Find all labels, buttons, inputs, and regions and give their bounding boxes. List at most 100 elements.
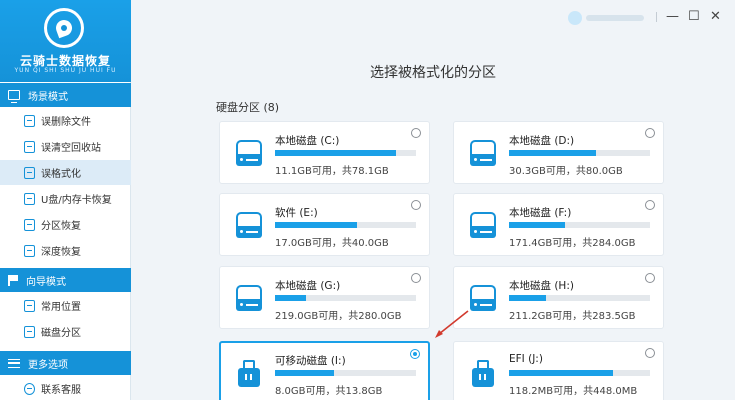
file-icon <box>24 114 35 127</box>
partition-name: 本地磁盘 (D:) <box>509 135 575 147</box>
disk-icon <box>24 325 35 338</box>
sidebar: 云骑士数据恢复 YUN QI SHI SHU JU HUI FU 场景模式 误删… <box>0 0 131 400</box>
select-radio[interactable] <box>411 128 421 138</box>
usage-bar <box>275 222 416 228</box>
main-panel: — ☐ ✕ 选择被格式化的分区 硬盘分区 (8) 本地磁盘 (C:) 11.1G… <box>131 0 735 400</box>
partition-name: 本地磁盘 (C:) <box>275 135 340 147</box>
hdd-icon <box>470 140 496 168</box>
partition-name: 本地磁盘 (G:) <box>275 280 341 292</box>
usage-bar <box>509 222 650 228</box>
usage-bar-fill <box>275 222 357 228</box>
sidebar-item-label: 分区恢复 <box>41 221 81 232</box>
partition-name: 本地磁盘 (H:) <box>509 280 574 292</box>
partition-card[interactable]: 本地磁盘 (H:) 211.2GB可用，共283.5GB <box>453 266 664 329</box>
close-button[interactable]: ✕ <box>710 10 721 24</box>
usb-icon <box>24 192 35 205</box>
sidebar-item-contact-support[interactable]: 联系客服 <box>0 376 131 400</box>
partition-capacity: 8.0GB可用，共13.8GB <box>275 386 383 397</box>
hdd-icon <box>236 212 262 240</box>
sidebar-item-label: 深度恢复 <box>41 247 81 258</box>
usage-bar-fill <box>509 295 546 301</box>
partition-capacity: 17.0GB可用，共40.0GB <box>275 238 389 249</box>
usage-bar <box>509 370 650 376</box>
usage-bar-fill <box>275 295 307 301</box>
hdd-icon <box>236 140 262 168</box>
sidebar-item-deep-recovery[interactable]: 深度恢复 <box>0 238 131 263</box>
partition-name: 软件 (E:) <box>275 207 318 219</box>
partition-capacity: 171.4GB可用，共284.0GB <box>509 238 636 249</box>
menu-icon <box>8 358 20 368</box>
select-radio[interactable] <box>645 273 655 283</box>
sidebar-item-label: 磁盘分区 <box>41 328 81 339</box>
section-wizard-mode[interactable]: 向导模式 <box>0 268 131 292</box>
logo-icon <box>44 8 84 48</box>
sidebar-item-label: 误格式化 <box>41 169 81 180</box>
partition-card[interactable]: 本地磁盘 (F:) 171.4GB可用，共284.0GB <box>453 193 664 256</box>
sidebar-item-deleted-files[interactable]: 误删除文件 <box>0 108 131 133</box>
format-icon <box>24 166 35 179</box>
sidebar-item-recycle-bin[interactable]: 误清空回收站 <box>0 134 131 159</box>
user-name-placeholder <box>586 15 644 21</box>
select-radio[interactable] <box>645 200 655 210</box>
usage-bar-fill <box>509 150 597 156</box>
user-account[interactable] <box>568 11 652 25</box>
partition-card[interactable]: 可移动磁盘 (I:) 8.0GB可用，共13.8GB <box>219 341 430 400</box>
usage-bar <box>275 150 416 156</box>
partition-card[interactable]: 本地磁盘 (C:) 11.1GB可用，共78.1GB <box>219 121 430 184</box>
section-title: 向导模式 <box>26 276 66 288</box>
group-label: 硬盘分区 (8) <box>216 101 280 114</box>
partition-card[interactable]: 本地磁盘 (D:) 30.3GB可用，共80.0GB <box>453 121 664 184</box>
avatar <box>568 11 582 25</box>
usage-bar-fill <box>509 370 614 376</box>
app-subtitle: YUN QI SHI SHU JU HUI FU <box>14 67 117 74</box>
select-radio[interactable] <box>645 348 655 358</box>
select-radio[interactable] <box>410 349 420 359</box>
partition-name: 可移动磁盘 (I:) <box>275 355 346 367</box>
minimize-button[interactable]: — <box>666 10 679 24</box>
partition-name: EFI (J:) <box>509 353 543 365</box>
partition-card[interactable]: 本地磁盘 (G:) 219.0GB可用，共280.0GB <box>219 266 430 329</box>
partition-capacity: 211.2GB可用，共283.5GB <box>509 311 636 322</box>
partition-icon <box>24 218 35 231</box>
select-radio[interactable] <box>411 273 421 283</box>
partition-capacity: 30.3GB可用，共80.0GB <box>509 166 623 177</box>
sidebar-item-common-locations[interactable]: 常用位置 <box>0 293 131 318</box>
usage-bar-fill <box>275 370 335 376</box>
partition-name: 本地磁盘 (F:) <box>509 207 572 219</box>
page-title: 选择被格式化的分区 <box>370 65 496 81</box>
sidebar-item-disk-partitions[interactable]: 磁盘分区 <box>0 319 131 344</box>
sidebar-item-label: 误删除文件 <box>41 117 91 128</box>
monitor-icon <box>8 90 20 103</box>
partition-card[interactable]: 软件 (E:) 17.0GB可用，共40.0GB <box>219 193 430 256</box>
usage-bar-fill <box>509 222 566 228</box>
headset-icon <box>24 382 35 395</box>
usb-drive-icon <box>236 360 262 388</box>
sidebar-item-label: 误清空回收站 <box>41 143 101 154</box>
section-title: 更多选项 <box>28 359 68 371</box>
select-radio[interactable] <box>411 200 421 210</box>
sidebar-item-formatted[interactable]: 误格式化 <box>0 160 131 185</box>
usage-bar <box>509 295 650 301</box>
partition-capacity: 219.0GB可用，共280.0GB <box>275 311 402 322</box>
sidebar-item-label: U盘/内存卡恢复 <box>41 195 112 206</box>
partition-card[interactable]: EFI (J:) 118.2MB可用，共448.0MB <box>453 341 664 400</box>
sidebar-item-partition-recovery[interactable]: 分区恢复 <box>0 212 131 237</box>
sidebar-item-usb-memory-card[interactable]: U盘/内存卡恢复 <box>0 186 131 211</box>
usage-bar <box>275 370 416 376</box>
section-more-options[interactable]: 更多选项 <box>0 351 131 375</box>
section-scene-mode[interactable]: 场景模式 <box>0 83 131 107</box>
partition-capacity: 11.1GB可用，共78.1GB <box>275 166 389 177</box>
recycle-bin-icon <box>24 140 35 153</box>
usb-drive-icon <box>470 360 496 388</box>
hdd-icon <box>470 212 496 240</box>
section-title: 场景模式 <box>28 91 68 103</box>
partition-capacity: 118.2MB可用，共448.0MB <box>509 386 638 397</box>
sidebar-item-label: 常用位置 <box>41 302 81 313</box>
sidebar-item-label: 联系客服 <box>41 385 81 396</box>
windows-icon <box>24 299 35 312</box>
select-radio[interactable] <box>645 128 655 138</box>
usage-bar <box>509 150 650 156</box>
hdd-icon <box>236 285 262 313</box>
maximize-button[interactable]: ☐ <box>688 10 700 24</box>
deep-scan-icon <box>24 244 35 257</box>
